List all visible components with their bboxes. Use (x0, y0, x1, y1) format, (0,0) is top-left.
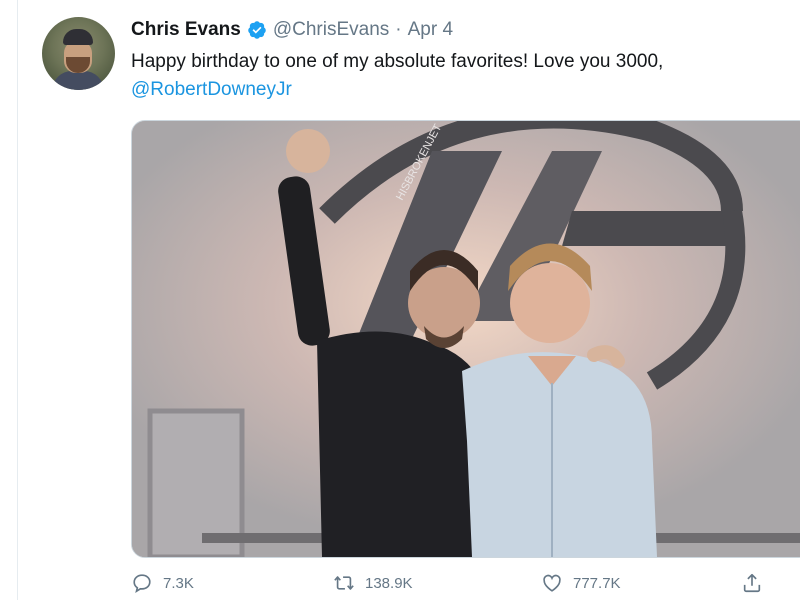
tweet-body: Happy birthday to one of my absolute fav… (131, 51, 664, 72)
tweet-actions: 7.3K 138.9K 777.7K (131, 566, 791, 600)
tweet-header: Chris Evans @ChrisEvans · Apr 4 (131, 16, 453, 44)
like-button[interactable]: 777.7K (541, 566, 621, 600)
mention-link[interactable]: @RobertDowneyJr (131, 79, 292, 100)
avatar-cap (63, 29, 93, 45)
tweet-date[interactable]: Apr 4 (408, 19, 453, 41)
photo-illustration: HISBROKENJET (132, 121, 800, 557)
tweet-text: Happy birthday to one of my absolute fav… (131, 48, 791, 104)
author-handle[interactable]: @ChrisEvans (273, 19, 389, 41)
retweet-icon (334, 576, 354, 590)
reply-button[interactable]: 7.3K (131, 566, 194, 600)
heart-icon (543, 574, 561, 592)
author-display-name[interactable]: Chris Evans (131, 19, 241, 41)
verified-badge-icon (248, 21, 266, 39)
retweet-count: 138.9K (365, 574, 413, 592)
reply-count: 7.3K (163, 574, 194, 592)
header-separator: · (395, 19, 402, 40)
author-avatar[interactable] (42, 17, 115, 90)
timeline-border (17, 0, 18, 600)
share-button[interactable] (741, 566, 773, 600)
like-count: 777.7K (573, 574, 621, 592)
retweet-button[interactable]: 138.9K (333, 566, 413, 600)
avatar-shirt (52, 71, 104, 90)
tweet-photo[interactable]: HISBROKENJET (131, 120, 800, 558)
share-icon (743, 573, 761, 593)
reply-icon (133, 574, 151, 594)
